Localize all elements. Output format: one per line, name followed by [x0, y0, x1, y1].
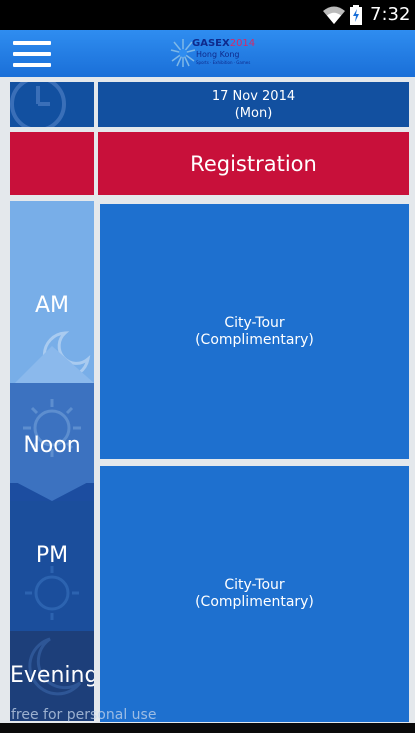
period-label-evening: Evening: [10, 663, 94, 688]
period-noon: Noon: [10, 383, 94, 483]
app-bar: GASEX2014 Hong Kong Sports · Exhibition …: [0, 30, 415, 77]
event-card[interactable]: City-Tour (Complimentary): [100, 466, 409, 722]
bottom-edge: [0, 723, 415, 733]
period-label-pm: PM: [35, 543, 69, 568]
event-title: City-Tour: [224, 314, 285, 331]
weekday-label: (Mon): [234, 105, 273, 121]
registration-banner[interactable]: Registration: [98, 132, 409, 195]
menu-icon-bar: [13, 52, 51, 56]
menu-icon-bar: [13, 63, 51, 67]
wifi-icon: [323, 6, 345, 24]
clock-header-cell: [10, 82, 94, 127]
watermark-text: free for personal use: [11, 707, 157, 723]
status-time: 7:32: [370, 4, 411, 25]
registration-label: Registration: [190, 151, 317, 176]
registration-marker: [10, 132, 94, 195]
date-header: 17 Nov 2014 (Mon): [98, 82, 409, 127]
period-label-am: AM: [34, 293, 70, 318]
logo-title: GASEX2014: [192, 38, 256, 49]
battery-charging-icon: [350, 5, 362, 25]
period-pm: PM: [10, 501, 94, 631]
event-title: City-Tour: [224, 577, 285, 593]
logo-city: Hong Kong: [196, 50, 240, 59]
event-note: (Complimentary): [195, 331, 314, 348]
schedule-grid: 17 Nov 2014 (Mon) Registration AM Noon P…: [0, 77, 415, 733]
date-label: 17 Nov 2014: [211, 88, 296, 104]
time-of-day-column: AM Noon PM Evening: [10, 201, 94, 721]
period-label-noon: Noon: [23, 433, 81, 458]
menu-button[interactable]: [13, 39, 51, 69]
clock-icon: [10, 82, 66, 127]
event-note: (Complimentary): [195, 594, 314, 610]
logo-tagline: Sports · Exhibition · Games: [196, 60, 251, 65]
event-card[interactable]: City-Tour (Complimentary): [100, 204, 409, 459]
menu-icon-bar: [13, 41, 51, 45]
app-logo: GASEX2014 Hong Kong Sports · Exhibition …: [168, 36, 256, 72]
status-bar: 7:32: [0, 0, 415, 30]
